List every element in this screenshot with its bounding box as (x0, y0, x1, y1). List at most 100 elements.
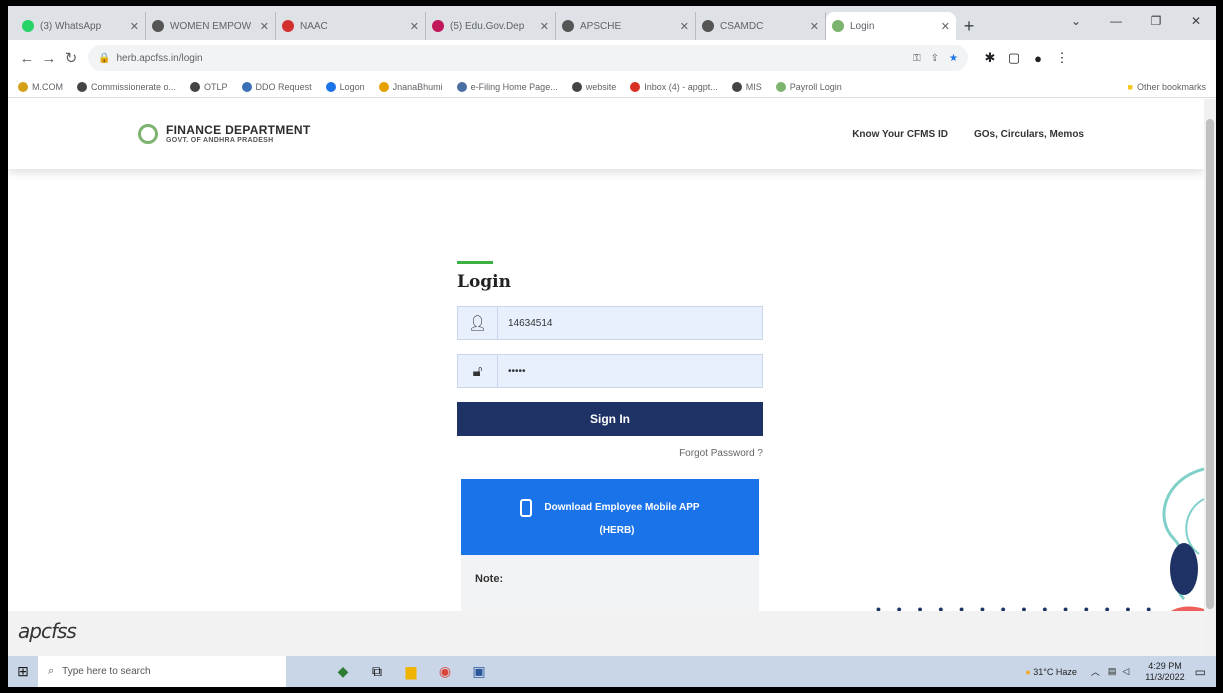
tab-search-icon[interactable]: ⌄ (1056, 6, 1096, 36)
app-banner-line1: Download Employee Mobile APP (544, 502, 700, 513)
nav-link-cfms-id[interactable]: Know Your CFMS ID (852, 129, 948, 140)
bookmark-item[interactable]: OTLP (190, 81, 228, 92)
site-header: FINANCE DEPARTMENT GOVT. OF ANDHRA PRADE… (8, 99, 1204, 169)
bookmark-icon (775, 81, 786, 92)
scrollbar-thumb[interactable] (1206, 119, 1214, 609)
note-label: Note: (475, 573, 504, 585)
volume-icon[interactable]: ◁ (1122, 666, 1129, 677)
browser-tab[interactable]: (5) Edu.Gov.Dep ✕ (426, 12, 556, 40)
windows-taskbar: ⊞ ⌕ Type here to search ◆ ⧉ ▆ ◉ ▣ ● 31°C… (8, 656, 1216, 687)
sun-icon: ● (1025, 666, 1031, 677)
close-window-button[interactable]: ✕ (1176, 6, 1216, 36)
bookmark-item[interactable]: M.COM (18, 81, 63, 92)
browser-tab[interactable]: CSAMDC ✕ (696, 12, 826, 40)
share-icon[interactable]: ⇪ (931, 53, 939, 64)
bookmark-item[interactable]: Payroll Login (775, 81, 842, 92)
gmail-icon (630, 81, 641, 92)
globe-icon (562, 20, 574, 32)
login-form: Login 👤︎ 🔓︎ Sign In Forgot Password ? Do… (457, 261, 763, 615)
nav-link-gos[interactable]: GOs, Circulars, Memos (974, 129, 1084, 140)
browser-tab[interactable]: (3) WhatsApp ✕ (16, 12, 146, 40)
minimize-button[interactable]: — (1096, 6, 1136, 36)
globe-icon (731, 81, 742, 92)
taskbar-search[interactable]: ⌕ Type here to search (38, 656, 286, 687)
bookmark-item[interactable]: JnanaBhumi (378, 81, 443, 92)
close-icon[interactable]: ✕ (130, 20, 139, 33)
bookmark-item[interactable]: e-Filing Home Page... (456, 81, 558, 92)
new-tab-button[interactable]: + (956, 12, 982, 40)
back-icon[interactable]: ← (16, 50, 38, 67)
taskbar-search-placeholder: Type here to search (62, 666, 151, 677)
address-bar[interactable]: 🔒 herb.apcfss.in/login ⚿ ⇪ ★ (88, 45, 968, 71)
browser-tab[interactable]: WOMEN EMPOW ✕ (146, 12, 276, 40)
menu-icon[interactable]: ⋮ (1050, 50, 1074, 66)
loading-icon (832, 20, 844, 32)
browser-tab-active[interactable]: Login ✕ (826, 12, 956, 40)
bookmarks-bar: M.COM Commissionerate o... OTLP DDO Requ… (8, 76, 1216, 98)
site-icon (432, 20, 444, 32)
page-scrollbar[interactable] (1204, 99, 1216, 656)
bookmark-icon (241, 81, 252, 92)
site-logo[interactable]: FINANCE DEPARTMENT GOVT. OF ANDHRA PRADE… (138, 123, 311, 144)
browser-tab[interactable]: APSCHE ✕ (556, 12, 696, 40)
browser-toolbar: ← → ↻ 🔒 herb.apcfss.in/login ⚿ ⇪ ★ ✱ ▢ ●… (8, 40, 1216, 76)
word-icon[interactable]: ▣ (462, 656, 496, 687)
forgot-password-link[interactable]: Forgot Password ? (457, 448, 763, 459)
bookmark-icon (18, 81, 28, 92)
logo-title: FINANCE DEPARTMENT (166, 123, 311, 137)
folder-icon: ■ (1127, 81, 1133, 92)
other-bookmarks[interactable]: ■ Other bookmarks (1128, 82, 1206, 92)
bookmark-item[interactable]: Commissionerate o... (77, 81, 176, 92)
globe-icon (571, 81, 582, 92)
chevron-up-icon[interactable]: ︿ (1091, 665, 1100, 678)
sidebar-icon[interactable]: ▢ (1002, 50, 1026, 66)
screen: (3) WhatsApp ✕ WOMEN EMPOW ✕ NAAC ✕ (5) Edu… (8, 6, 1216, 687)
bookmark-icon (378, 81, 389, 92)
bookmark-item[interactable]: Inbox (4) - apgpt... (630, 81, 718, 92)
weather-widget[interactable]: ● 31°C Haze (1025, 667, 1077, 677)
naac-icon (282, 20, 294, 32)
reload-icon[interactable]: ↻ (60, 49, 82, 67)
notifications-icon[interactable]: ▭ (1195, 665, 1206, 679)
bookmark-item[interactable]: MIS (731, 81, 762, 92)
close-icon[interactable]: ✕ (540, 20, 549, 33)
network-icon[interactable]: ▤ (1108, 666, 1117, 677)
lock-icon: 🔓︎ (458, 355, 498, 387)
bookmark-item[interactable]: website (571, 81, 616, 92)
profile-icon[interactable]: ● (1026, 51, 1050, 66)
globe-icon (190, 81, 201, 92)
mobile-phone-icon (520, 498, 533, 517)
sign-in-button[interactable]: Sign In (457, 402, 763, 436)
key-icon[interactable]: ⚿ (913, 53, 921, 64)
task-view-icon[interactable]: ⧉ (360, 656, 394, 687)
file-explorer-icon[interactable]: ▆ (394, 656, 428, 687)
bookmark-icon (325, 81, 336, 92)
extensions-icon[interactable]: ✱ (978, 50, 1002, 66)
bookmark-item[interactable]: Logon (325, 81, 365, 92)
username-input[interactable] (498, 317, 748, 329)
chrome-icon[interactable]: ◉ (428, 656, 462, 687)
close-icon[interactable]: ✕ (941, 20, 950, 33)
clock[interactable]: 4:29 PM 11/3/2022 (1145, 661, 1184, 683)
bookmark-item[interactable]: DDO Request (241, 81, 312, 92)
close-icon[interactable]: ✕ (260, 20, 269, 33)
system-tray: ● 31°C Haze ︿ ▤ ◁ 4:29 PM 11/3/2022 ▭ (1025, 656, 1216, 687)
password-input[interactable] (498, 365, 748, 377)
lock-icon[interactable]: 🔒 (98, 53, 110, 64)
bookmark-star-icon[interactable]: ★ (949, 53, 958, 64)
close-icon[interactable]: ✕ (810, 20, 819, 33)
maximize-button[interactable]: ❐ (1136, 6, 1176, 36)
footer-brand: apcfss (18, 619, 77, 643)
emblem-icon (138, 123, 158, 144)
close-icon[interactable]: ✕ (410, 20, 419, 33)
browser-tab[interactable]: NAAC ✕ (276, 12, 426, 40)
widgets-icon[interactable]: ◆ (326, 656, 360, 687)
header-nav: Know Your CFMS ID GOs, Circulars, Memos (826, 129, 1084, 140)
forward-icon[interactable]: → (38, 50, 60, 67)
download-app-banner[interactable]: Download Employee Mobile APP (HERB) (461, 479, 759, 555)
close-icon[interactable]: ✕ (680, 20, 689, 33)
globe-icon (152, 20, 164, 32)
windows-start-icon[interactable]: ⊞ (8, 663, 38, 680)
window-controls: ⌄ — ❐ ✕ (1056, 6, 1216, 36)
web-page: FINANCE DEPARTMENT GOVT. OF ANDHRA PRADE… (8, 99, 1216, 656)
